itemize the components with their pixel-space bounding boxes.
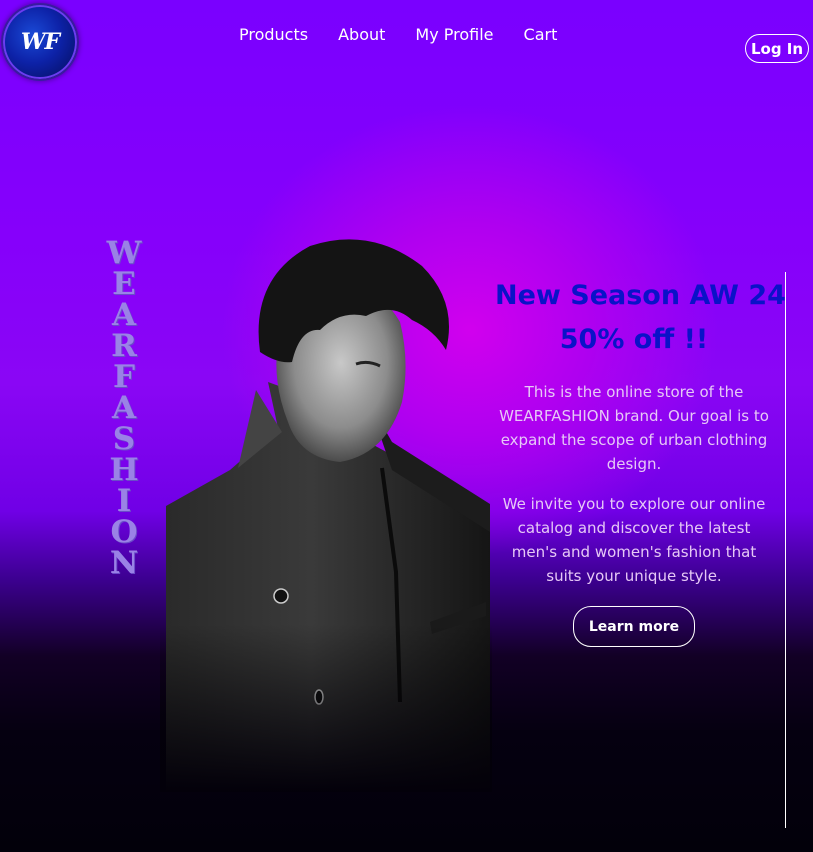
brand-letter: A [111,297,137,333]
hero-text-panel: New Season AW 24 50% off !! This is the … [495,274,786,647]
brand-letter: W [106,235,142,271]
brand-letter: I [116,483,132,519]
brand-letter: F [112,359,135,395]
hero-paragraph-intro: This is the online store of the WEARFASH… [499,383,769,473]
brand-letter: R [111,328,137,364]
brand-letter: S [112,421,136,457]
nav-products-link[interactable]: Products [239,24,308,46]
brand-letter: O [110,514,138,550]
nav-my-profile-link[interactable]: My Profile [415,24,493,46]
logo-text: WF [20,29,60,55]
model-photo [160,232,492,792]
brand-letter: E [112,266,136,302]
hero-headline-discount: 50% off !! [559,324,709,355]
brand-letter: A [111,390,137,426]
page: WF Products About My Profile Cart Log In… [0,0,813,852]
nav-cart-link[interactable]: Cart [524,24,558,46]
learn-more-button[interactable]: Learn more [573,606,695,647]
hero-paragraph-invite: We invite you to explore our online cata… [502,495,766,585]
vertical-brand-name: W E A R F A S H I O N [104,238,144,579]
brand-letter: H [109,452,139,488]
login-button[interactable]: Log In [745,34,809,63]
hero-headline-season: New Season AW 24 [495,280,786,311]
brand-logo[interactable]: WF [1,3,79,81]
brand-letter: N [109,545,139,581]
vertical-divider [785,272,786,828]
nav-about-link[interactable]: About [338,24,385,46]
main-nav: Products About My Profile Cart [239,24,587,46]
